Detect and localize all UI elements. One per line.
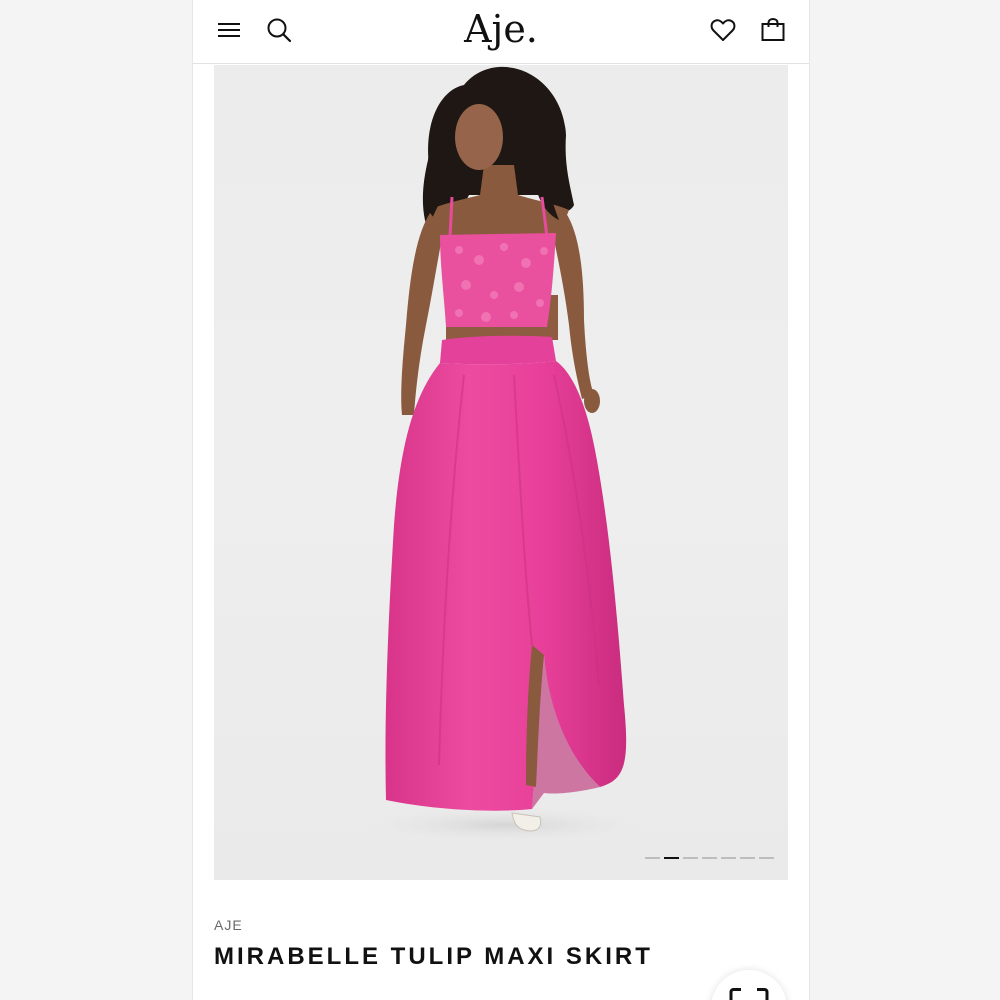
wishlist-button[interactable] (707, 14, 739, 46)
carousel-dot[interactable] (645, 857, 660, 859)
scan-icon (729, 988, 769, 1000)
carousel-dot-active[interactable] (664, 857, 679, 859)
model-photo (354, 66, 654, 843)
carousel-dot[interactable] (702, 857, 717, 859)
product-page: Aje. AJE MIRABELLE TULIP MAXI SKIRT (192, 0, 810, 1000)
product-image[interactable] (214, 65, 788, 880)
shopping-bag-icon (761, 17, 785, 41)
scan-button[interactable] (711, 970, 787, 1000)
heart-icon (710, 19, 736, 41)
product-brand[interactable]: AJE (214, 917, 243, 933)
carousel-indicators (645, 857, 774, 859)
carousel-dot[interactable] (759, 857, 774, 859)
carousel-dot[interactable] (740, 857, 755, 859)
site-header: Aje. (193, 0, 809, 64)
carousel-dot[interactable] (683, 857, 698, 859)
bag-button[interactable] (757, 14, 789, 46)
page: Aje. AJE MIRABELLE TULIP MAXI SKIRT (0, 0, 1000, 1000)
product-title: MIRABELLE TULIP MAXI SKIRT (214, 943, 653, 970)
carousel-dot[interactable] (721, 857, 736, 859)
